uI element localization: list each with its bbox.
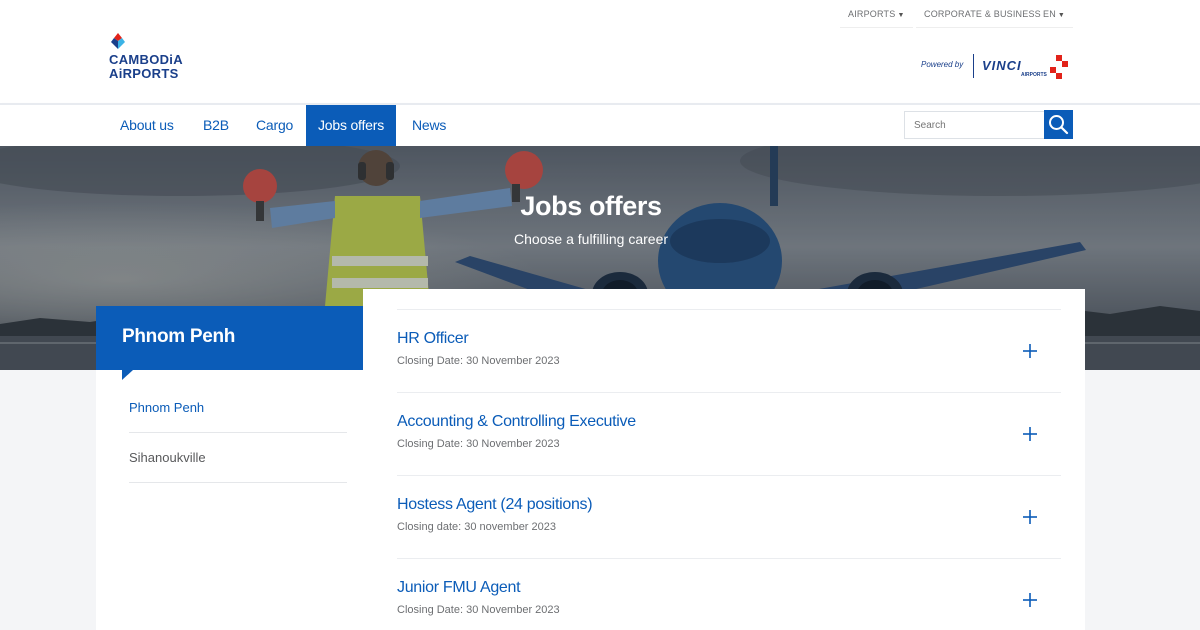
- cambodia-airports-logo[interactable]: CAMBODiA AiRPORTS: [109, 33, 209, 83]
- logo-text-line2: AiRPORTS: [109, 66, 179, 81]
- expand-plus-icon[interactable]: [1019, 340, 1041, 362]
- sidebar-item-phnom-penh[interactable]: Phnom Penh: [129, 383, 347, 433]
- job-closing-date: Closing date: 30 november 2023: [397, 521, 556, 533]
- nav-item-b2b[interactable]: B2B: [189, 105, 243, 146]
- job-list: HR Officer Closing Date: 30 November 202…: [363, 289, 1085, 630]
- vinci-separator: [973, 54, 974, 78]
- main-navigation: About us B2B Cargo Jobs offers News: [0, 103, 1200, 146]
- language-selector[interactable]: EN ▼: [1035, 0, 1074, 28]
- nav-item-jobs-offers[interactable]: Jobs offers: [306, 105, 396, 146]
- caret-down-icon: ▼: [897, 12, 905, 19]
- vinci-cross-icon: [1050, 55, 1068, 79]
- job-closing-date: Closing Date: 30 November 2023: [397, 355, 560, 367]
- search-input[interactable]: [904, 111, 1046, 139]
- vinci-logo-subtext: AIRPORTS: [1021, 72, 1047, 78]
- expand-plus-icon[interactable]: [1019, 423, 1041, 445]
- nav-item-about-us[interactable]: About us: [106, 105, 188, 146]
- sidebar-heading-pointer: [122, 370, 133, 380]
- nav-item-cargo[interactable]: Cargo: [242, 105, 307, 146]
- page-subtitle: Choose a fulfilling career: [513, 231, 669, 247]
- job-item[interactable]: Hostess Agent (24 positions) Closing dat…: [397, 475, 1061, 558]
- job-item[interactable]: Junior FMU Agent Closing Date: 30 Novemb…: [397, 558, 1061, 630]
- job-title[interactable]: Hostess Agent (24 positions): [397, 496, 593, 514]
- job-item[interactable]: HR Officer Closing Date: 30 November 202…: [397, 309, 1061, 392]
- sidebar-heading: Phnom Penh: [96, 306, 363, 370]
- job-item[interactable]: Accounting & Controlling Executive Closi…: [397, 392, 1061, 475]
- site-header: AIRPORTS ▼ CORPORATE & BUSINESS EN ▼ CAMBO…: [0, 0, 1200, 103]
- expand-plus-icon[interactable]: [1019, 589, 1041, 611]
- search-icon: [1049, 115, 1069, 135]
- job-closing-date: Closing Date: 30 November 2023: [397, 604, 560, 616]
- vinci-logo-text: VINCI: [982, 58, 1022, 73]
- corporate-business-link[interactable]: CORPORATE & BUSINESS: [916, 0, 1049, 28]
- job-title[interactable]: Junior FMU Agent: [397, 579, 521, 597]
- sidebar-heading-text: Phnom Penh: [122, 326, 236, 347]
- location-sidebar: Phnom Penh Sihanoukville: [96, 370, 363, 630]
- logo-mark-icon: [111, 33, 125, 49]
- powered-by-label: Powered by: [921, 60, 964, 69]
- job-title[interactable]: Accounting & Controlling Executive: [397, 413, 636, 431]
- expand-plus-icon[interactable]: [1019, 506, 1041, 528]
- corporate-business-label: CORPORATE & BUSINESS: [924, 9, 1041, 19]
- search-button[interactable]: [1044, 110, 1073, 139]
- nav-item-news[interactable]: News: [398, 105, 460, 146]
- job-closing-date: Closing Date: 30 November 2023: [397, 438, 560, 450]
- caret-down-icon: ▼: [1057, 12, 1066, 19]
- language-label: EN: [1043, 9, 1056, 19]
- airports-menu-label: AIRPORTS: [848, 9, 896, 19]
- sidebar-item-sihanoukville[interactable]: Sihanoukville: [129, 433, 347, 483]
- page-title: Jobs offers: [520, 191, 662, 221]
- airports-menu[interactable]: AIRPORTS ▼: [840, 0, 913, 28]
- logo-text-line1: CAMBODiA: [109, 52, 183, 67]
- job-title[interactable]: HR Officer: [397, 330, 469, 348]
